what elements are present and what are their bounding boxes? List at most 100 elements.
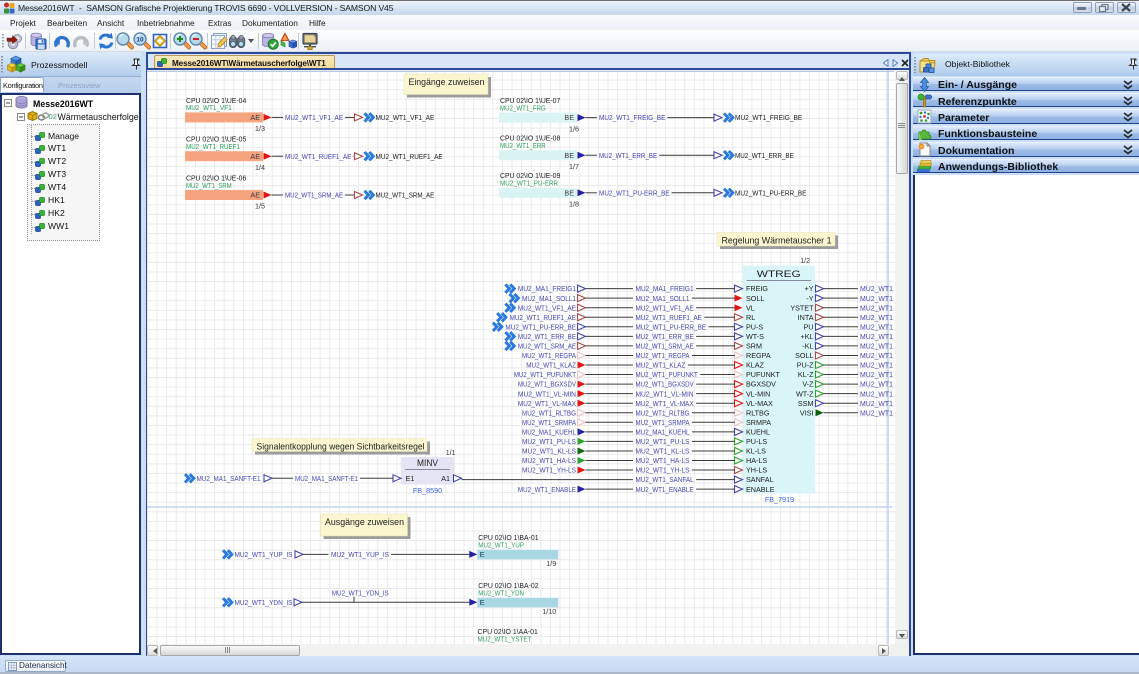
svg-text:MU2_MA1_KUEHL: MU2_MA1_KUEHL [636, 427, 690, 436]
svg-text:KL-Z: KL-Z [798, 370, 814, 379]
svg-text:MU2_WT1_SRMPA: MU2_WT1_SRMPA [636, 418, 690, 427]
svg-text:SOLL: SOLL [746, 294, 764, 303]
svg-text:1/10: 1/10 [542, 607, 556, 616]
svg-text:SRM: SRM [746, 342, 762, 351]
svg-text:MU2_WT1_SRMPA: MU2_WT1_SRMPA [522, 418, 576, 427]
svg-text:MU2_WT1_ENABLE: MU2_WT1_ENABLE [636, 485, 694, 494]
svg-text:-Y: -Y [806, 294, 813, 303]
svg-text:VL-MIN: VL-MIN [746, 389, 770, 398]
svg-text:MU2_WT1_BGXSDV: MU2_WT1_BGXSDV [636, 380, 694, 389]
svg-text:MU2_WT1_VF1_AE: MU2_WT1_VF1_AE [285, 113, 343, 122]
svg-text:MU2_WT1_PU-ERR_BE: MU2_WT1_PU-ERR_BE [599, 188, 670, 197]
svg-text:MU2_WT1_YDN_IS: MU2_WT1_YDN_IS [235, 598, 293, 607]
svg-text:-KL: -KL [802, 342, 813, 351]
svg-text:MU2_WT1_YH-LS: MU2_WT1_YH-LS [522, 466, 576, 475]
svg-text:MU2_MA1_FREIG1: MU2_MA1_FREIG1 [636, 284, 694, 293]
svg-text:WT-Z: WT-Z [796, 389, 814, 398]
svg-text:MU2_MA1_SANFT-E1: MU2_MA1_SANFT-E1 [197, 474, 261, 483]
svg-text:MU2_WT1_VF1_AE: MU2_WT1_VF1_AE [518, 303, 576, 312]
svg-text:MU2_WT1_PU-LS: MU2_WT1_PU-LS [522, 437, 576, 446]
svg-text:MU2_MA1_KUEHL: MU2_MA1_KUEHL [522, 427, 576, 436]
svg-text:MU2_WT1_PU-ERR: MU2_WT1_PU-ERR [500, 179, 558, 188]
svg-text:MU2_WT1: MU2_WT1 [860, 342, 893, 351]
svg-text:MU2_WT1_PUFUNKT: MU2_WT1_PUFUNKT [514, 370, 577, 379]
svg-text:MU2_WT1_KL-LS: MU2_WT1_KL-LS [522, 447, 576, 456]
svg-text:MU2_WT1_SRM_AE: MU2_WT1_SRM_AE [518, 342, 576, 351]
svg-text:MU2_WT1: MU2_WT1 [860, 294, 893, 303]
svg-text:MU2_WT1: MU2_WT1 [860, 322, 893, 331]
svg-text:MU2_WT1: MU2_WT1 [860, 408, 893, 417]
svg-text:MU2_MA1_SOLL1: MU2_MA1_SOLL1 [522, 294, 576, 303]
svg-text:1/5: 1/5 [255, 202, 265, 211]
svg-text:MU2_WT1: MU2_WT1 [860, 351, 893, 360]
svg-text:E: E [480, 598, 485, 607]
svg-text:PUFUNKT: PUFUNKT [746, 370, 781, 379]
svg-text:MU2_WT1_SANFAL: MU2_WT1_SANFAL [636, 475, 694, 484]
svg-text:SOLL: SOLL [795, 351, 813, 360]
svg-text:MU2_WT1_HA-LS: MU2_WT1_HA-LS [636, 456, 690, 465]
svg-text:MU2_WT1_FRG: MU2_WT1_FRG [500, 103, 546, 112]
svg-text:HA-LS: HA-LS [746, 456, 767, 465]
svg-text:MU2_WT1_HA-LS: MU2_WT1_HA-LS [522, 456, 576, 465]
svg-text:VL: VL [746, 303, 755, 312]
svg-text:INTA: INTA [798, 313, 814, 322]
svg-text:VISI: VISI [800, 408, 814, 417]
svg-text:Eingänge zuweisen: Eingänge zuweisen [409, 77, 485, 87]
svg-text:YH-LS: YH-LS [746, 466, 767, 475]
svg-text:1/3: 1/3 [255, 124, 265, 133]
svg-text:FB_8590: FB_8590 [413, 486, 442, 495]
svg-text:RLTBG: RLTBG [746, 408, 770, 417]
svg-text:MU2_WT1_YUP_IS: MU2_WT1_YUP_IS [331, 550, 389, 559]
svg-text:MU2_WT1_SRM: MU2_WT1_SRM [186, 181, 232, 190]
svg-text:MU2_WT1_ERR_BE: MU2_WT1_ERR_BE [518, 332, 576, 341]
svg-text:MU2_WT1_PU-ERR_BE: MU2_WT1_PU-ERR_BE [505, 322, 576, 331]
svg-text:AE: AE [250, 113, 260, 122]
svg-text:MU2_WT1_FREIG_BE: MU2_WT1_FREIG_BE [735, 113, 802, 122]
svg-text:MU2_WT1: MU2_WT1 [860, 303, 893, 312]
svg-text:MU2_WT1_ERR: MU2_WT1_ERR [500, 141, 546, 150]
svg-text:KLAZ: KLAZ [746, 361, 765, 370]
svg-text:MU2_WT1_YDN: MU2_WT1_YDN [478, 589, 524, 598]
svg-text:WTREG: WTREG [757, 269, 801, 280]
svg-text:AE: AE [250, 152, 260, 161]
svg-text:Ausgänge zuweisen: Ausgänge zuweisen [325, 517, 404, 527]
svg-text:REGPA: REGPA [746, 351, 771, 360]
svg-text:MU2_WT1_ERR_BE: MU2_WT1_ERR_BE [735, 151, 794, 160]
svg-text:MU2_WT1_KLAZ: MU2_WT1_KLAZ [526, 361, 576, 370]
svg-text:MU2_WT1_VF1_AE: MU2_WT1_VF1_AE [376, 113, 435, 122]
svg-text:MU2_WT1_RUEF1_AE: MU2_WT1_RUEF1_AE [285, 152, 352, 161]
svg-text:MU2_WT1: MU2_WT1 [860, 313, 893, 322]
svg-text:1/7: 1/7 [569, 162, 579, 171]
svg-text:V-Z: V-Z [802, 380, 814, 389]
svg-text:ENABLE: ENABLE [746, 485, 775, 494]
svg-text:MU2_WT1_YSTET: MU2_WT1_YSTET [478, 635, 533, 644]
svg-text:MU2_WT1_PU-LS: MU2_WT1_PU-LS [636, 437, 690, 446]
svg-text:PU-LS: PU-LS [746, 437, 767, 446]
svg-text:PU-S: PU-S [746, 322, 763, 331]
svg-text:MU2_WT1: MU2_WT1 [860, 361, 893, 370]
svg-text:FREIG: FREIG [746, 284, 768, 293]
svg-text:MU2_WT1_VL-MAX: MU2_WT1_VL-MAX [518, 399, 576, 408]
svg-text:MU2_WT1_ERR_BE: MU2_WT1_ERR_BE [599, 151, 657, 160]
svg-text:MU2_WT1_PU-ERR_BE: MU2_WT1_PU-ERR_BE [636, 322, 707, 331]
svg-text:+Y: +Y [805, 284, 814, 293]
svg-text:Signalentkopplung wegen Sichtb: Signalentkopplung wegen Sichtbarkeitsreg… [257, 441, 425, 451]
svg-text:1/4: 1/4 [255, 163, 265, 172]
svg-text:A1: A1 [441, 474, 450, 483]
svg-text:MU2_WT1_REGPA: MU2_WT1_REGPA [636, 351, 690, 360]
svg-text:MU2_WT1: MU2_WT1 [860, 332, 893, 341]
svg-text:MU2_MA1_SANFT-E1: MU2_MA1_SANFT-E1 [295, 474, 358, 483]
svg-text:MU2_WT1_VF1: MU2_WT1_VF1 [186, 103, 232, 112]
svg-text:MU2_WT1: MU2_WT1 [860, 380, 893, 389]
svg-text:BGXSDV: BGXSDV [746, 380, 776, 389]
svg-text:MU2_WT1_VL-MIN: MU2_WT1_VL-MIN [518, 389, 576, 398]
svg-text:1/2: 1/2 [800, 258, 810, 265]
svg-text:MU2_WT1_RUEF1_AE: MU2_WT1_RUEF1_AE [636, 313, 703, 322]
svg-text:MU2_WT1_KL-LS: MU2_WT1_KL-LS [636, 447, 690, 456]
svg-text:MINV: MINV [417, 458, 438, 468]
svg-text:MU2_WT1_YUP_IS: MU2_WT1_YUP_IS [235, 550, 293, 559]
svg-text:1/8: 1/8 [569, 200, 579, 209]
svg-text:SSM: SSM [798, 399, 814, 408]
svg-text:MU2_WT1_YH-LS: MU2_WT1_YH-LS [636, 466, 690, 475]
svg-text:AE: AE [250, 191, 260, 200]
